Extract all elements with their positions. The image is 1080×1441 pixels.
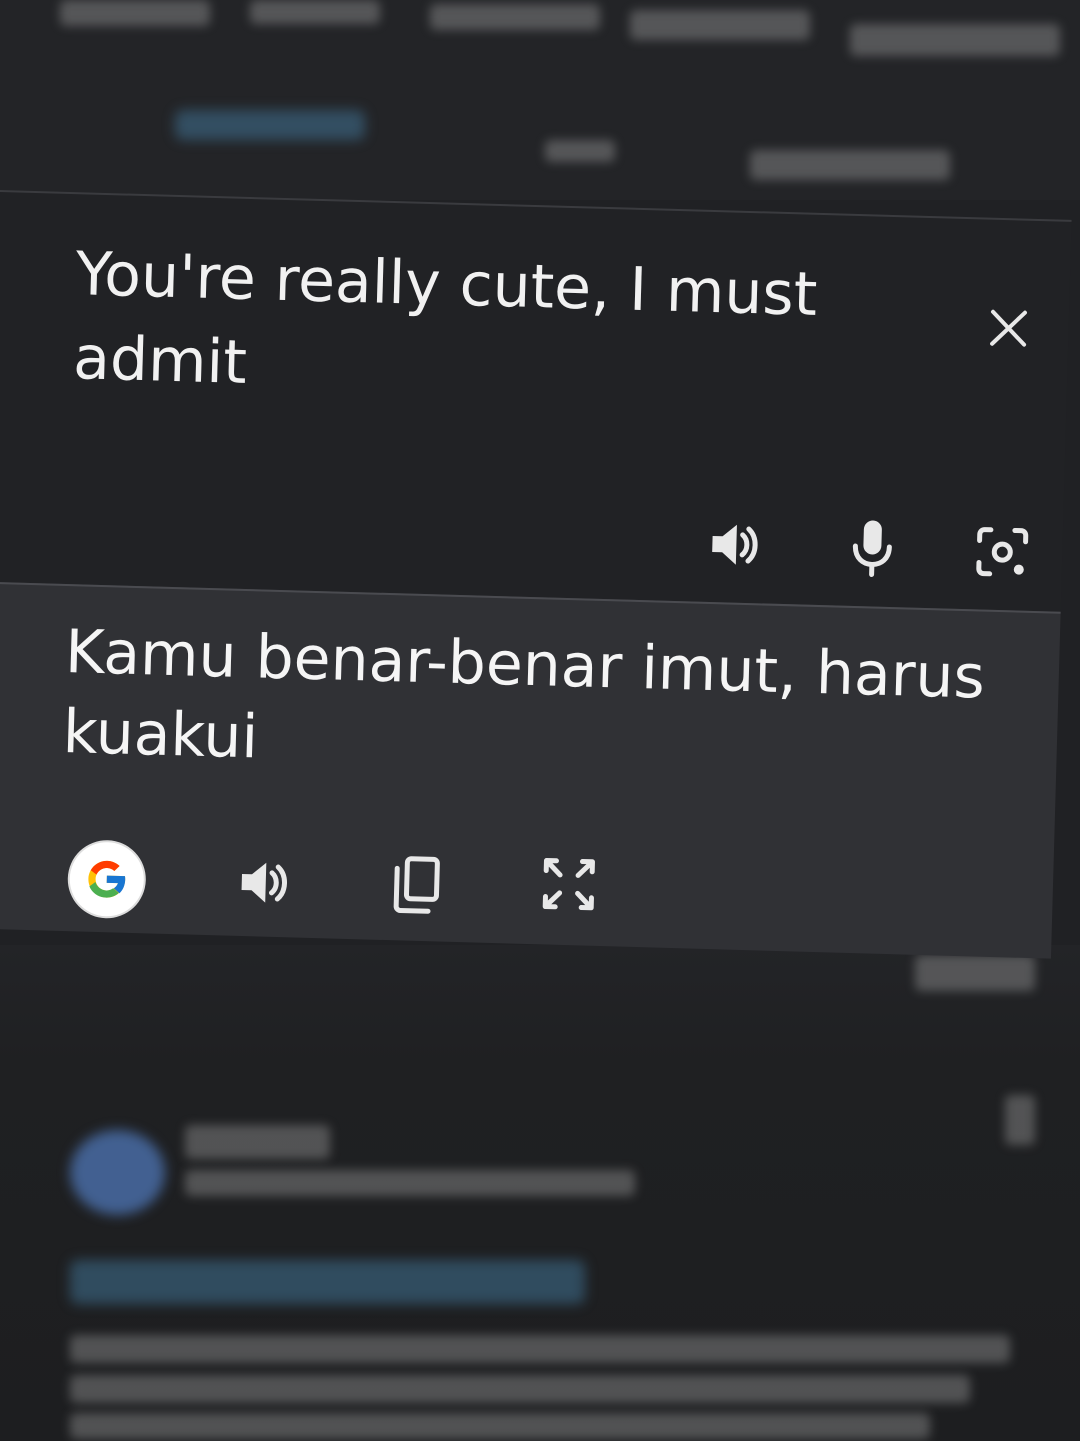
copy-button[interactable] (384, 849, 450, 921)
blurred-tab (630, 10, 810, 40)
blurred-snippet-line (70, 1375, 970, 1403)
blurred-tab (250, 0, 380, 24)
blurred-tab (60, 0, 210, 26)
close-button[interactable] (980, 299, 1038, 357)
translated-text[interactable]: Kamu benar-benar imut, harus kuakui (62, 612, 1006, 798)
blurred-results-area (0, 945, 1080, 1441)
blurred-link (175, 110, 365, 140)
blurred-snippet-line (70, 1413, 930, 1439)
copy-icon (393, 856, 440, 914)
speaker-icon (241, 862, 287, 903)
blurred-result-title (70, 1260, 585, 1304)
source-text[interactable]: You're really cute, I must admit (72, 232, 856, 422)
camera-button[interactable] (969, 519, 1035, 585)
microphone-icon (852, 520, 892, 577)
speaker-icon (712, 524, 758, 565)
source-panel: You're really cute, I must admit (0, 190, 1072, 612)
google-logo-icon (68, 841, 145, 918)
blurred-site-name (185, 1125, 330, 1159)
blurred-link (750, 150, 950, 180)
microphone-button[interactable] (839, 516, 905, 582)
google-translate-button[interactable] (66, 838, 148, 920)
translation-speak-button[interactable] (230, 849, 298, 917)
blurred-tab (850, 24, 1060, 56)
app-screen: You're really cute, I must admit Kamu be… (0, 0, 1080, 1441)
blurred-header-area (0, 0, 1080, 200)
fullscreen-button[interactable] (536, 851, 602, 917)
translation-panel: Kamu benar-benar imut, harus kuakui (0, 581, 1061, 959)
source-speak-button[interactable] (702, 512, 768, 578)
camera-icon (976, 527, 1029, 577)
fullscreen-icon (542, 858, 595, 911)
blurred-url (185, 1170, 635, 1196)
blurred-snippet-line (70, 1335, 1010, 1363)
blurred-tab (430, 4, 600, 30)
blurred-favicon (70, 1130, 165, 1215)
translation-card: You're really cute, I must admit Kamu be… (0, 190, 1072, 975)
blurred-menu (1005, 1095, 1035, 1145)
close-icon (990, 309, 1027, 347)
blurred-icon (545, 140, 615, 162)
